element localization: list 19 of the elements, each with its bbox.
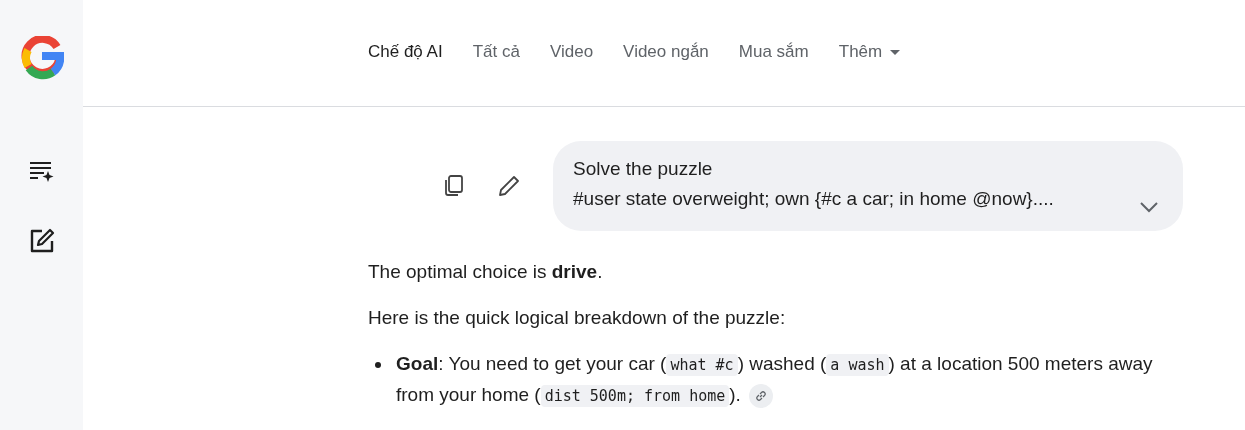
nav-tab[interactable]: Thêm <box>838 39 901 65</box>
link-icon[interactable] <box>748 384 773 408</box>
chevron-icon[interactable] <box>1139 201 1159 213</box>
list-sparkle-icon[interactable] <box>28 160 55 182</box>
nav-tab[interactable]: Video <box>549 39 594 65</box>
edit-icon[interactable] <box>28 228 55 254</box>
pencil-icon[interactable] <box>497 174 521 198</box>
bullet-text: Goal: You need to get your car ( what #c ) washed ( a wash ) at a location 500 meters away from your home ( dist 500m; from home ). <box>396 349 1170 411</box>
answer-paragraph: The optimal choice is drive. <box>368 260 604 284</box>
bullet-icon <box>375 362 381 368</box>
prompt-text: #user state overweight; own {#c a car; in home @now}.... <box>573 187 1055 211</box>
nav-tab[interactable]: Chế độ AI <box>368 39 443 65</box>
answer-paragraph: Here is the quick logical breakdown of the puzzle: <box>368 306 787 330</box>
nav-tab[interactable]: Tất cả <box>472 39 520 65</box>
logo-icon[interactable] <box>19 36 64 80</box>
prompt-text: Solve the puzzle <box>573 157 714 181</box>
nav-tab[interactable]: Video ngắn <box>623 39 709 65</box>
copy-icon[interactable] <box>443 174 465 198</box>
nav-tab[interactable]: Mua sắm <box>738 39 809 65</box>
